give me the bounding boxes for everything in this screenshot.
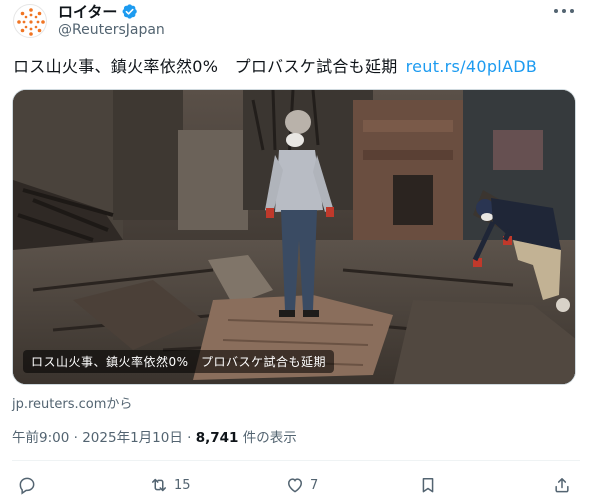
divider xyxy=(12,460,580,461)
share-icon xyxy=(555,478,569,493)
verified-badge-icon xyxy=(122,3,138,19)
like-button[interactable]: 7 xyxy=(285,474,318,496)
link-card-title: ロス山火事、鎮火率依然0% プロバスケ試合も延期 xyxy=(23,350,335,373)
author-info: ロイター @ReutersJapan xyxy=(58,1,165,39)
tweet-date[interactable]: 2025年1月10日 xyxy=(82,430,183,446)
wildfire-aftermath-photo xyxy=(13,90,575,384)
views-label: 件の表示 xyxy=(242,430,297,446)
tweet-time[interactable]: 午前9:00 xyxy=(12,430,69,446)
share-button[interactable] xyxy=(552,474,572,496)
link-card-source[interactable]: jp.reuters.comから xyxy=(12,393,132,412)
bookmark-icon xyxy=(422,478,434,493)
tweet-link[interactable]: reut.rs/40plADB xyxy=(406,57,538,76)
like-count: 7 xyxy=(310,477,319,493)
heart-icon xyxy=(287,478,303,493)
author-handle[interactable]: @ReutersJapan xyxy=(58,22,165,38)
link-card-image[interactable]: ロス山火事、鎮火率依然0% プロバスケ試合も延期 xyxy=(12,89,576,385)
author-name[interactable]: ロイター xyxy=(58,1,117,22)
author-avatar[interactable] xyxy=(13,4,47,38)
reply-icon xyxy=(19,477,35,495)
meta-separator: · xyxy=(73,430,78,446)
reply-button[interactable] xyxy=(17,474,37,496)
tweet-text: ロス山火事、鎮火率依然0% プロバスケ試合も延期 reut.rs/40plADB xyxy=(13,53,537,77)
retweet-icon xyxy=(152,478,166,492)
reuters-logo-icon xyxy=(17,8,45,36)
retweet-button[interactable]: 15 xyxy=(149,474,191,496)
views-count: 8,741 xyxy=(195,430,239,446)
bookmark-button[interactable] xyxy=(418,474,438,496)
tweet-meta: 午前9:00 · 2025年1月10日 · 8,741 件の表示 xyxy=(12,426,297,446)
retweet-count: 15 xyxy=(174,477,191,493)
action-bar: 15 7 xyxy=(0,470,592,500)
more-options-icon[interactable] xyxy=(552,4,576,18)
tweet-body: ロス山火事、鎮火率依然0% プロバスケ試合も延期 xyxy=(13,57,398,76)
meta-separator: · xyxy=(187,430,192,446)
